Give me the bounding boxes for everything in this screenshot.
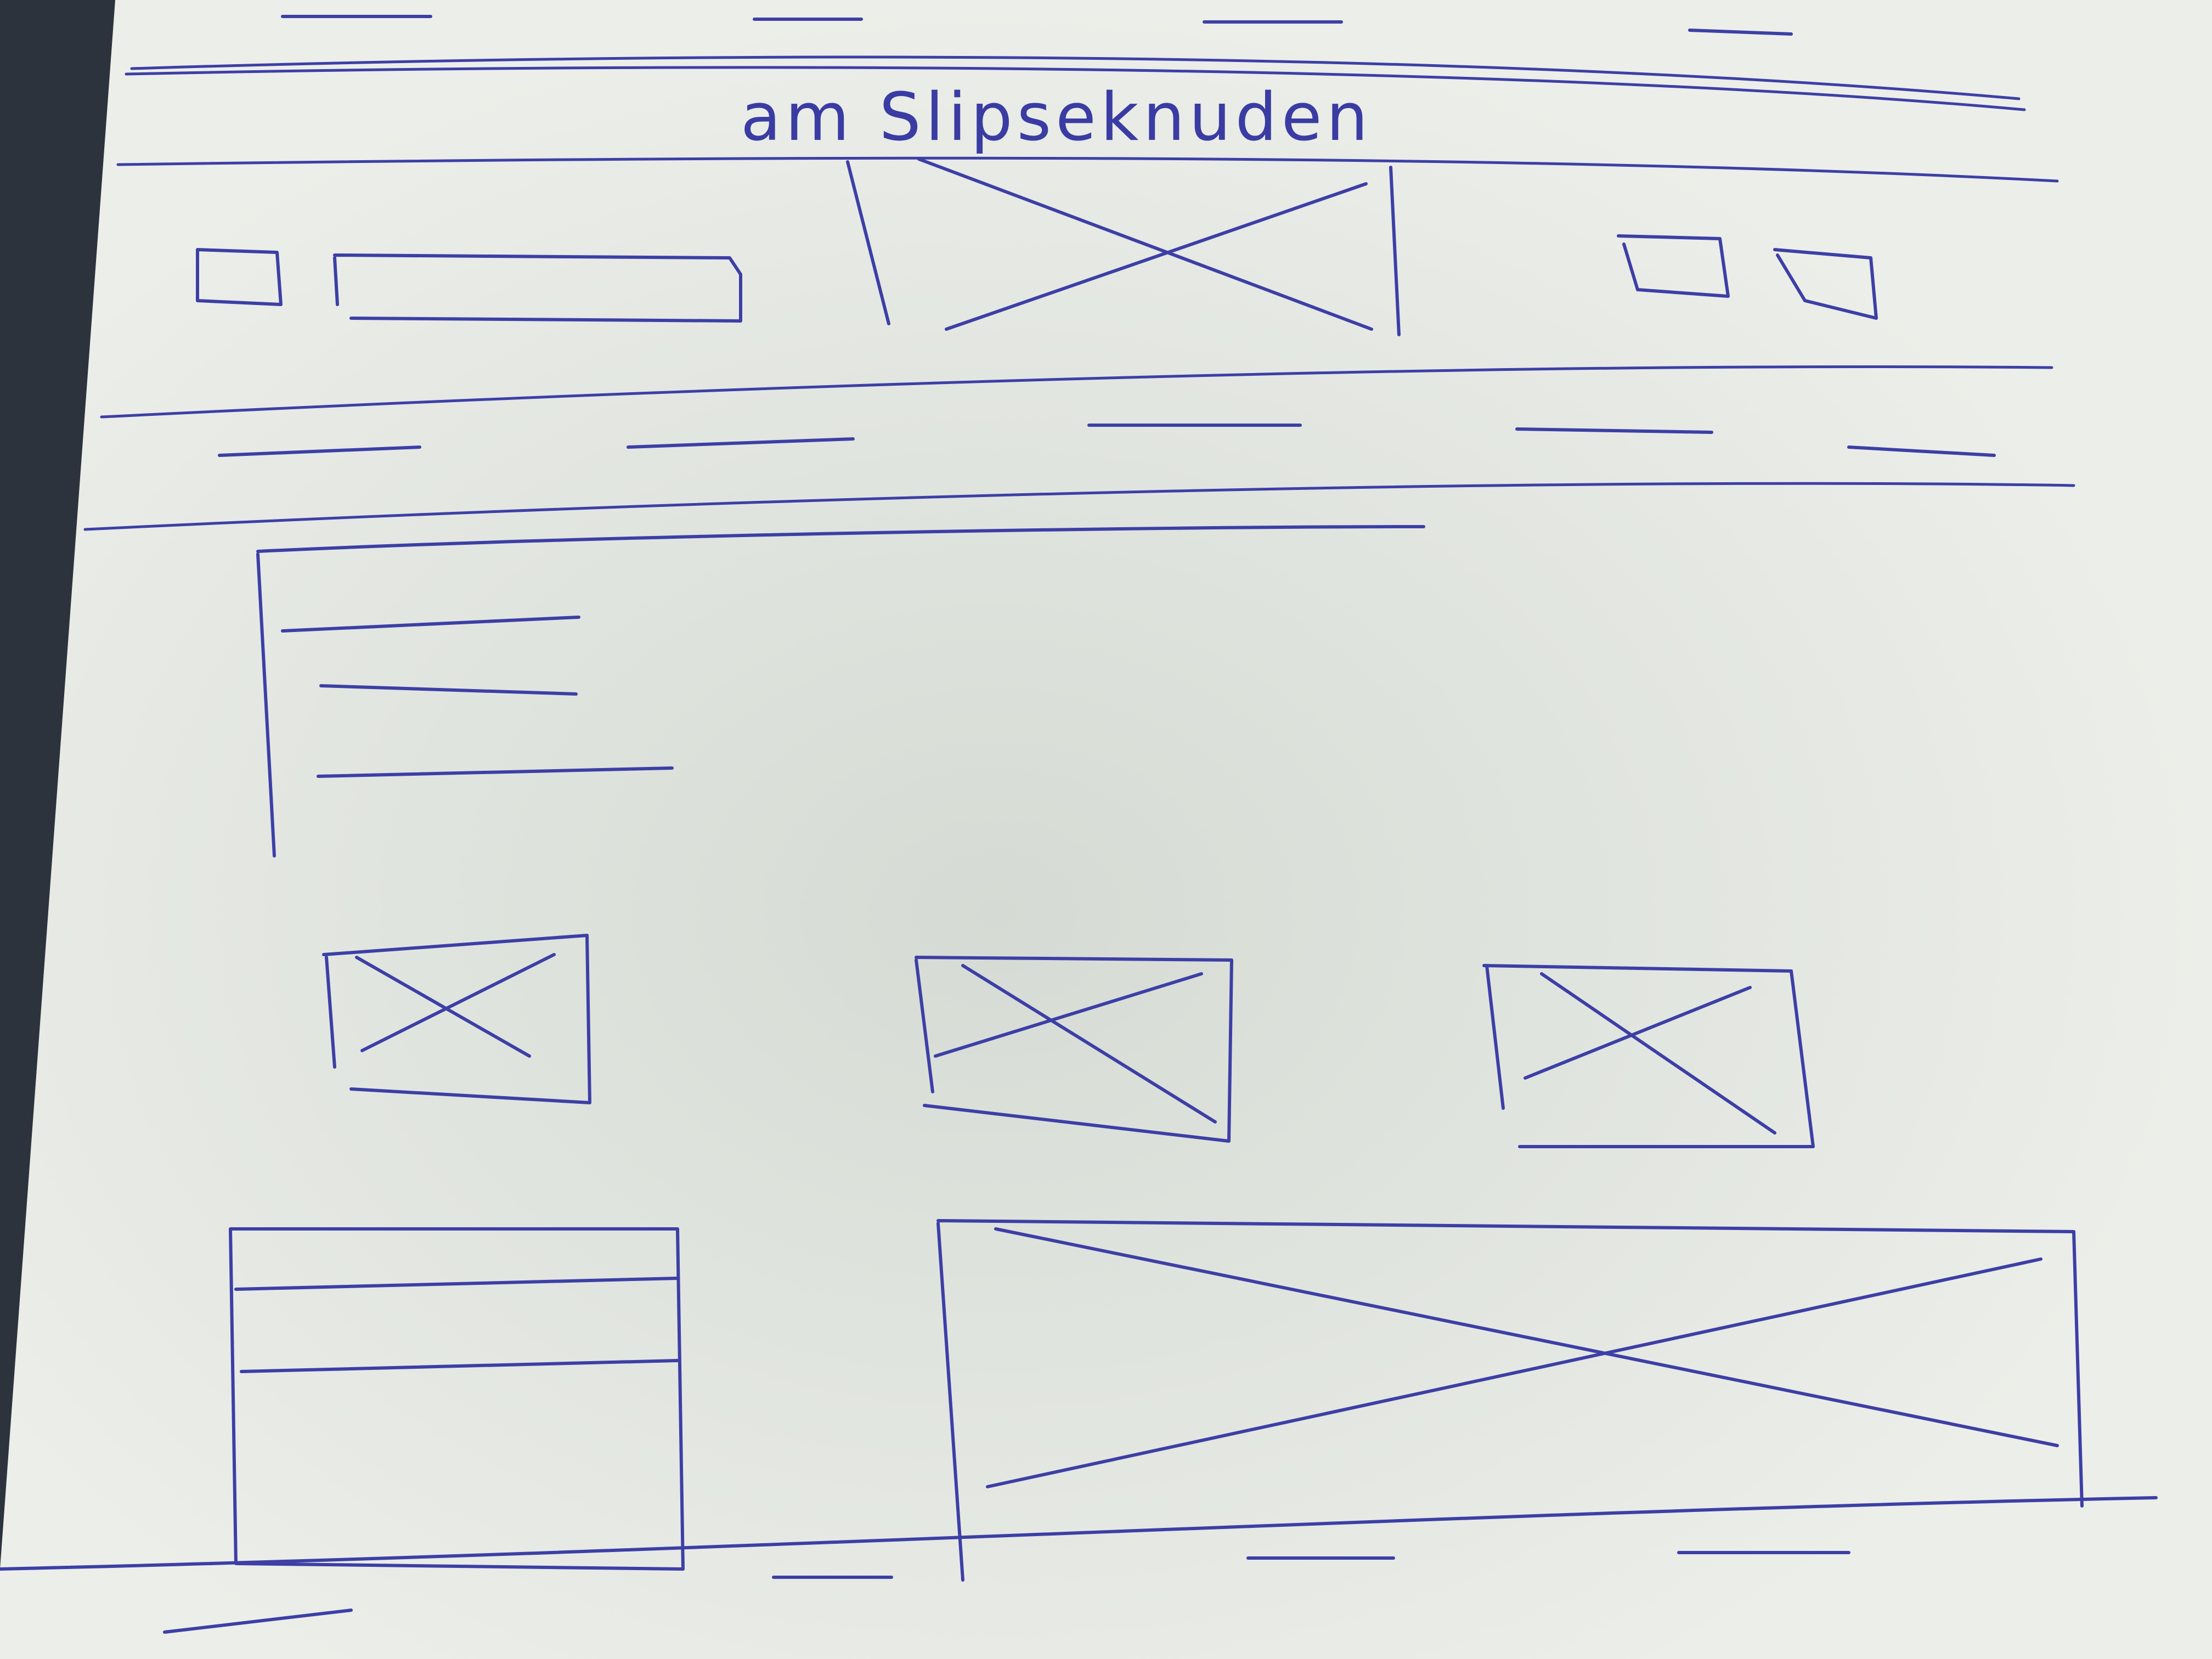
- wireframe-drawing: am Slipseknuden: [0, 0, 2212, 1659]
- paper-sheet: am Slipseknuden: [0, 0, 2212, 1659]
- site-title: am Slipseknuden: [741, 80, 1373, 156]
